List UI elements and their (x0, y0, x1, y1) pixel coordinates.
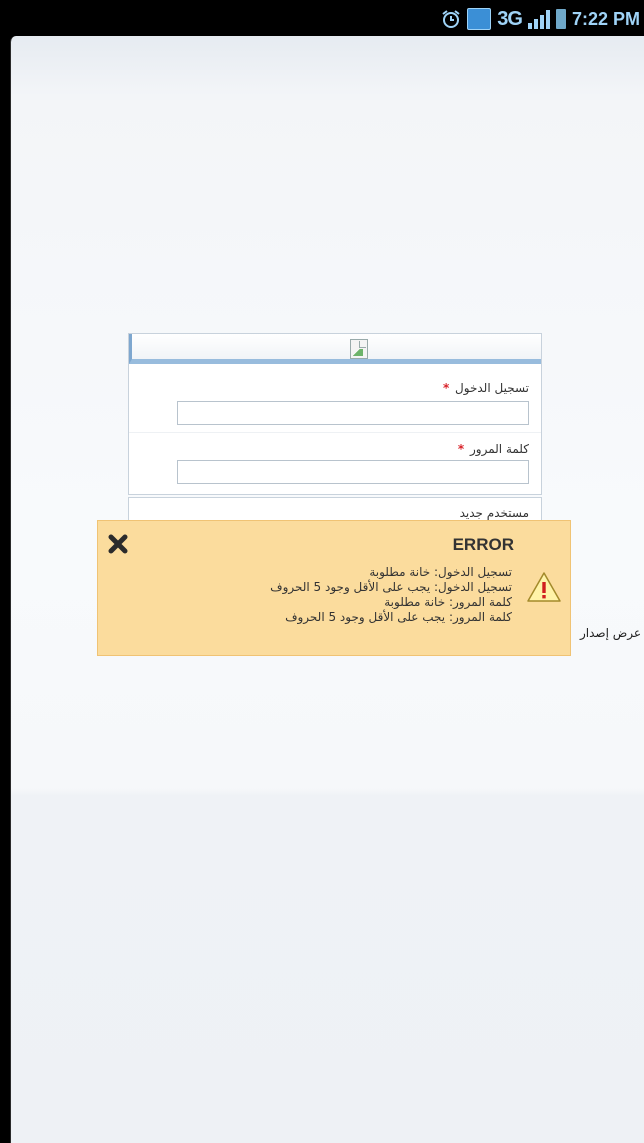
status-bar: 3G 7:22 PM (0, 0, 644, 36)
error-message: كلمة المرور: خانة مطلوبة (384, 595, 512, 609)
error-message: تسجيل الدخول: خانة مطلوبة (369, 565, 512, 579)
required-marker: * (457, 442, 465, 456)
password-label: كلمة المرور * (457, 442, 529, 456)
close-icon[interactable] (107, 533, 129, 555)
alarm-icon (442, 10, 460, 28)
error-messages: تسجيل الدخول: خانة مطلوبة تسجيل الدخول: … (270, 565, 512, 625)
error-message: كلمة المرور: يجب على الأقل وجود 5 الحروف (285, 610, 512, 624)
battery-icon (555, 9, 566, 29)
error-dialog: ERROR تسجيل الدخول: خانة مطلوبة تسجيل ال… (97, 520, 571, 656)
sim-icon (467, 8, 492, 30)
username-input[interactable] (177, 401, 529, 425)
broken-image-icon (350, 339, 368, 359)
new-user-link[interactable]: مستخدم جديد (460, 506, 529, 520)
version-link[interactable]: عرض إصدار (580, 626, 641, 640)
divider (129, 432, 541, 433)
clock: 7:22 PM (571, 8, 640, 29)
signal-icon (527, 9, 550, 29)
password-input[interactable] (177, 460, 529, 484)
app-screen: تسجيل الدخول * كلمة المرور * مستخدم جديد… (10, 36, 644, 1143)
panel-header (129, 334, 541, 364)
required-marker: * (442, 381, 450, 395)
warning-icon (527, 572, 561, 602)
error-message: تسجيل الدخول: يجب على الأقل وجود 5 الحرو… (270, 580, 512, 594)
network-type: 3G (497, 7, 523, 30)
login-panel: تسجيل الدخول * كلمة المرور * (128, 333, 542, 495)
error-title: ERROR (452, 535, 514, 554)
username-label: تسجيل الدخول * (442, 381, 529, 395)
